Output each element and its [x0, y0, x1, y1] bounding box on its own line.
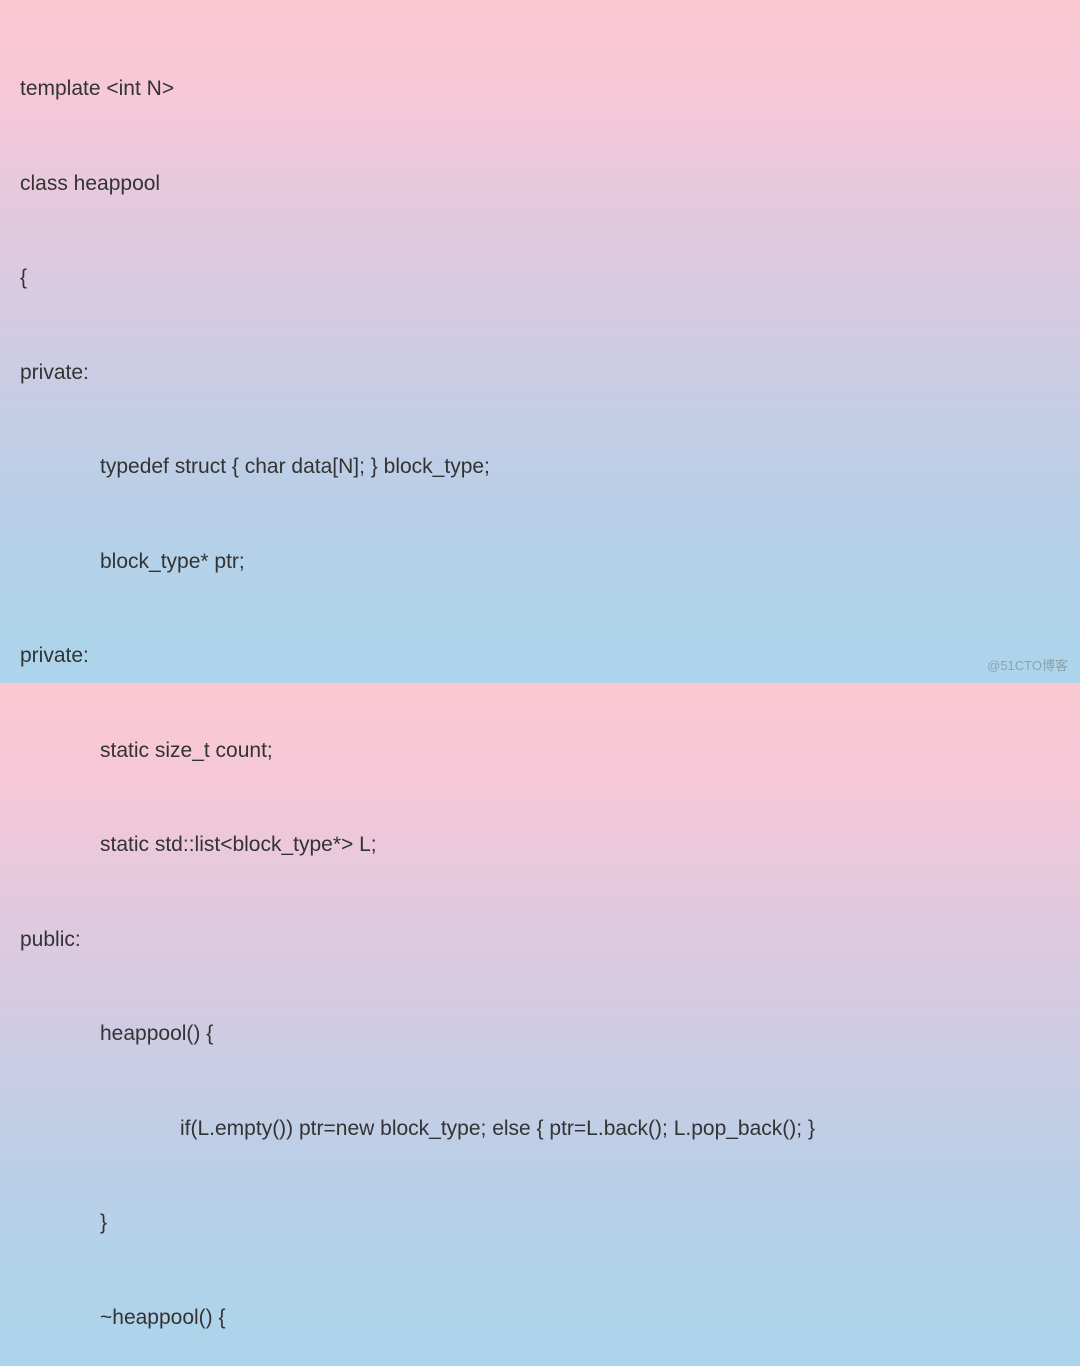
watermark-text: @51CTO博客	[987, 656, 1068, 676]
code-line: private:	[20, 357, 1060, 389]
code-line: heappool() {	[20, 1018, 1060, 1050]
code-line: typedef struct { char data[N]; } block_t…	[20, 451, 1060, 483]
code-line: }	[20, 1207, 1060, 1239]
code-line: template <int N>	[20, 73, 1060, 105]
code-line: if(L.empty()) ptr=new block_type; else {…	[20, 1113, 1060, 1145]
code-line: private:	[20, 640, 1060, 672]
code-line: public:	[20, 924, 1060, 956]
code-line: block_type* ptr;	[20, 546, 1060, 578]
code-line: static std::list<block_type*> L;	[20, 829, 1060, 861]
code-line: ~heappool() {	[20, 1302, 1060, 1334]
code-line: class heappool	[20, 168, 1060, 200]
code-snippet: template <int N> class heappool { privat…	[20, 10, 1060, 1366]
code-line: {	[20, 262, 1060, 294]
code-line: static size_t count;	[20, 735, 1060, 767]
